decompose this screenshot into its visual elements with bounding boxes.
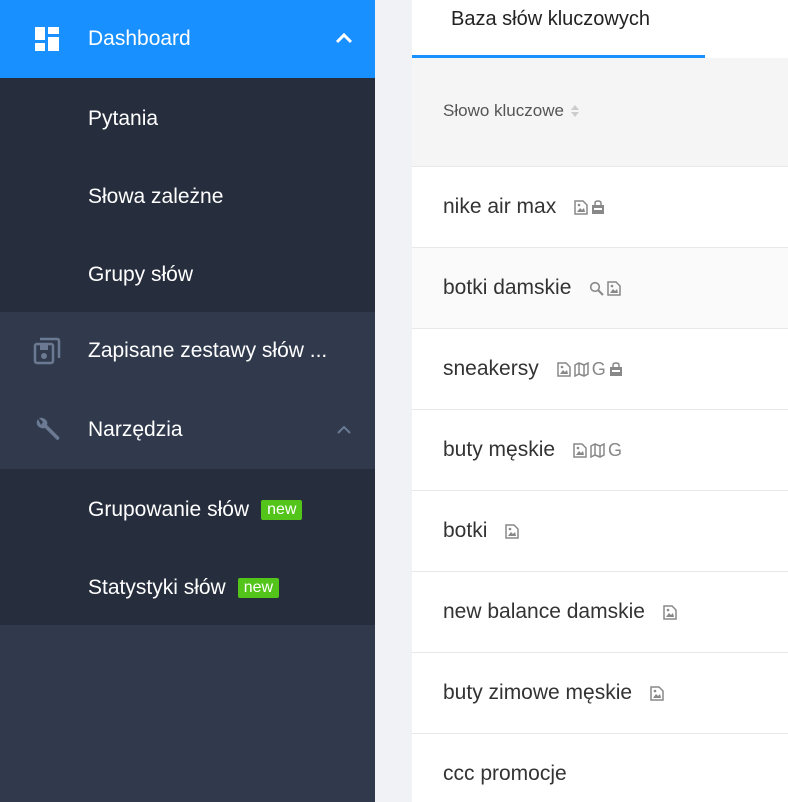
image-icon	[607, 280, 622, 296]
keyword-text: botki	[443, 519, 488, 542]
tools-submenu: Grupowanie słów new Statystyki słów new	[0, 469, 375, 625]
serp-feature-icons	[574, 199, 605, 215]
table-row[interactable]: nike air max	[412, 167, 788, 248]
serp-feature-icons: G	[556, 357, 623, 381]
sidebar-item-grupowanie-slow[interactable]: Grupowanie słów new	[0, 471, 375, 549]
keyword-text: buty zimowe męskie	[443, 681, 633, 704]
serp-feature-icons	[505, 523, 520, 539]
table-row[interactable]: botki damskie	[412, 248, 788, 329]
sidebar-item-label: Grupy słów	[88, 263, 194, 286]
map-icon	[573, 361, 589, 377]
keyword-text: nike air max	[443, 195, 557, 218]
table-row[interactable]: buty zimowe męskie	[412, 653, 788, 734]
image-icon	[556, 361, 571, 377]
keyword-cell[interactable]: botki	[443, 519, 520, 543]
image-icon	[650, 685, 664, 701]
table-row[interactable]: botki	[412, 491, 788, 572]
new-badge: new	[261, 500, 303, 520]
sidebar-item-statystyki-slow[interactable]: Statystyki słów new	[0, 549, 375, 627]
sidebar-item-label: Słowa zależne	[88, 185, 224, 208]
image-icon	[573, 442, 587, 458]
shopping-bag-icon	[609, 361, 623, 377]
table-row[interactable]: new balance damskie	[412, 572, 788, 653]
table-header: Słowo kluczowe	[412, 58, 788, 167]
serp-feature-icons	[650, 685, 664, 701]
google-g-icon: G	[608, 440, 623, 460]
tab-bar: Baza słów kluczowych	[412, 0, 788, 58]
sort-icon[interactable]	[570, 105, 579, 117]
tab-keyword-database[interactable]: Baza słów kluczowych	[412, 0, 705, 58]
keyword-text: ccc promocje	[443, 762, 567, 785]
serp-feature-icons	[589, 280, 622, 296]
tab-label: Baza słów kluczowych	[451, 8, 650, 30]
sidebar-item-slowa-zalezne[interactable]: Słowa zależne	[0, 158, 375, 236]
column-header-keyword[interactable]: Słowo kluczowe	[443, 101, 579, 121]
main-content: Baza słów kluczowych Słowo kluczowe nike…	[412, 0, 788, 802]
shopping-bag-icon	[591, 199, 605, 215]
table-row[interactable]: ccc promocje	[412, 734, 788, 802]
keyword-cell[interactable]: ccc promocje	[443, 762, 567, 786]
map-icon	[590, 442, 605, 458]
search-icon	[589, 281, 605, 296]
new-badge: new	[237, 578, 280, 598]
image-icon	[505, 523, 520, 539]
sidebar-item-label: Pytania	[88, 107, 159, 130]
keyword-text: botki damskie	[443, 276, 572, 299]
dashboard-submenu: Pytania Słowa zależne Grupy słów	[0, 78, 375, 312]
serp-feature-icons	[663, 604, 677, 620]
sidebar-item-label: Dashboard	[88, 27, 191, 50]
keyword-text: buty męskie	[443, 438, 556, 461]
sidebar: Dashboard Pytania Słowa zależne Grupy sł…	[0, 0, 375, 802]
keyword-text: sneakersy	[443, 357, 539, 380]
dashboard-icon	[32, 24, 62, 54]
keyword-cell[interactable]: sneakersy G	[443, 357, 623, 381]
sidebar-item-label-wrap: Grupowanie słów new	[88, 498, 303, 522]
save-icon	[32, 336, 62, 366]
wrench-icon	[32, 415, 62, 445]
chevron-up-icon[interactable]	[333, 28, 355, 50]
table-row[interactable]: sneakersy G	[412, 329, 788, 410]
sidebar-item-label-wrap: Statystyki słów new	[88, 576, 280, 600]
sidebar-item-narzedzia[interactable]: Narzędzia	[0, 391, 375, 469]
keyword-cell[interactable]: new balance damskie	[443, 600, 677, 624]
keyword-cell[interactable]: nike air max	[443, 195, 605, 219]
sidebar-item-label: Narzędzia	[88, 418, 183, 441]
sidebar-item-pytania[interactable]: Pytania	[0, 80, 375, 158]
sidebar-item-grupy-slow[interactable]: Grupy słów	[0, 236, 375, 314]
sidebar-item-label: Grupowanie słów	[88, 498, 250, 521]
column-header-label: Słowo kluczowe	[443, 101, 564, 120]
keyword-cell[interactable]: buty zimowe męskie	[443, 681, 664, 705]
sidebar-item-label: Zapisane zestawy słów ...	[88, 339, 328, 362]
sidebar-item-saved-sets[interactable]: Zapisane zestawy słów ...	[0, 312, 375, 390]
keyword-cell[interactable]: botki damskie	[443, 276, 622, 300]
chevron-up-icon[interactable]	[333, 419, 355, 441]
image-icon	[663, 604, 677, 620]
sidebar-item-dashboard[interactable]: Dashboard	[0, 0, 375, 78]
google-g-icon: G	[591, 359, 606, 379]
table-row[interactable]: buty męskie G	[412, 410, 788, 491]
image-icon	[574, 199, 588, 215]
sidebar-item-label: Statystyki słów	[88, 576, 226, 599]
serp-feature-icons: G	[573, 438, 622, 462]
keyword-cell[interactable]: buty męskie G	[443, 438, 622, 462]
keyword-text: new balance damskie	[443, 600, 645, 623]
